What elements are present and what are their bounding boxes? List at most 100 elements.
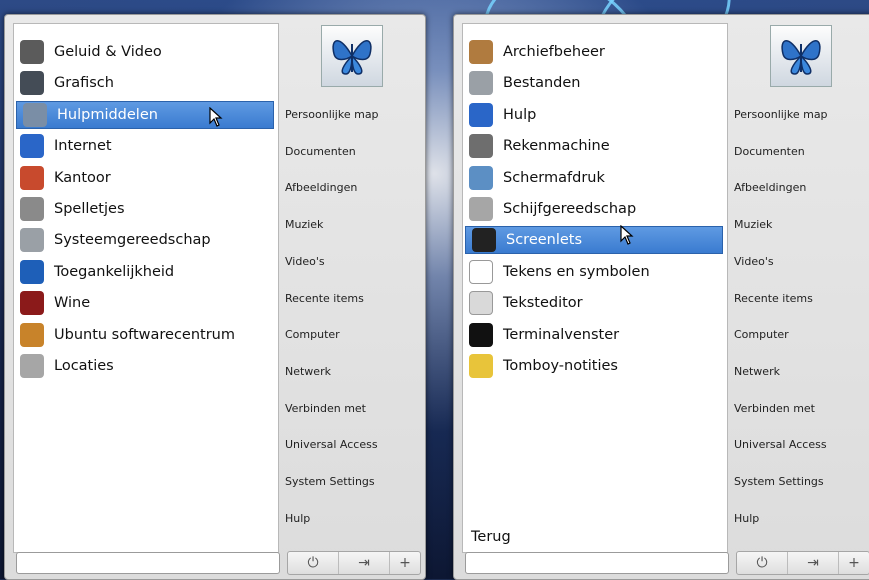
place-link[interactable]: System Settings — [734, 475, 869, 488]
app-item[interactable]: Screenlets — [465, 226, 723, 255]
category-label: Ubuntu softwarecentrum — [54, 326, 235, 343]
category-label: Geluid & Video — [54, 44, 162, 60]
category-label: Wine — [54, 295, 91, 312]
place-link[interactable]: Video's — [734, 255, 869, 268]
place-link[interactable]: Muziek — [734, 218, 869, 231]
app-item[interactable]: Schijfgereedschap — [463, 195, 725, 223]
notes-icon — [469, 354, 493, 378]
place-link[interactable]: Documenten — [285, 145, 421, 158]
terminal-icon — [469, 322, 493, 347]
app-item[interactable]: Bestanden — [463, 69, 725, 97]
app-label: Schermafdruk — [503, 169, 605, 186]
place-link[interactable]: Persoonlijke map — [734, 108, 869, 121]
books-icon — [20, 165, 44, 190]
logout-button[interactable]: ⇥ — [339, 552, 390, 574]
app-item[interactable]: Tomboy-notities — [463, 352, 725, 380]
globe-icon — [20, 134, 44, 159]
calculator-icon — [469, 134, 493, 159]
place-link[interactable]: Universal Access — [734, 438, 869, 451]
apps-menu: Terug Archiefbeheer Bestanden Hulp Rekenmac… — [453, 14, 869, 580]
add-button[interactable]: + — [390, 552, 420, 574]
mouse-cursor-icon — [209, 107, 223, 127]
app-item[interactable]: Schermafdruk — [463, 164, 725, 192]
text-editor-icon — [469, 291, 493, 316]
app-label: Hulp — [503, 106, 537, 123]
category-label: Internet — [54, 138, 112, 155]
place-link[interactable]: Persoonlijke map — [285, 108, 421, 121]
app-item[interactable]: Archiefbeheer — [463, 38, 725, 66]
place-link[interactable]: Universal Access — [285, 438, 421, 451]
category-item[interactable]: Locaties — [14, 352, 276, 380]
category-item[interactable]: Spelletjes — [14, 195, 276, 223]
app-label: Schijfgereedschap — [503, 201, 637, 217]
category-item[interactable]: Kantoor — [14, 164, 276, 192]
camera-icon — [20, 71, 44, 96]
category-item[interactable]: Ubuntu softwarecentrum — [14, 321, 276, 349]
app-label: Terminalvenster — [503, 326, 620, 343]
character-map-icon — [469, 259, 493, 284]
place-link[interactable]: Video's — [285, 255, 421, 268]
software-center-icon — [20, 322, 44, 347]
category-list: Geluid & Video Grafisch Hulpmiddelen Intern… — [13, 23, 279, 553]
place-link[interactable]: Hulp — [285, 512, 421, 525]
power-button[interactable]: ⏻ — [737, 552, 788, 574]
app-item[interactable]: Tekens en symbolen — [463, 258, 725, 286]
place-link[interactable]: Afbeeldingen — [285, 181, 421, 194]
category-label: Systeemgereedschap — [54, 232, 211, 249]
category-item[interactable]: Internet — [14, 132, 276, 160]
search-input[interactable] — [465, 552, 729, 574]
app-item[interactable]: Hulp — [463, 101, 725, 129]
category-label: Toegankelijkheid — [54, 263, 175, 280]
place-link[interactable]: Computer — [285, 328, 421, 341]
user-logo[interactable] — [321, 25, 383, 87]
place-link[interactable]: Recente items — [285, 292, 421, 305]
place-link[interactable]: Recente items — [734, 292, 869, 305]
place-link[interactable]: Verbinden met — [285, 402, 421, 415]
place-link[interactable]: Afbeeldingen — [734, 181, 869, 194]
app-item[interactable]: Terminalvenster — [463, 321, 725, 349]
place-link[interactable]: System Settings — [285, 475, 421, 488]
search-input[interactable] — [16, 552, 280, 574]
user-logo[interactable] — [770, 25, 832, 87]
place-link[interactable]: Muziek — [285, 218, 421, 231]
session-buttons: ⏻ ⇥ + — [736, 551, 869, 575]
back-button[interactable]: Terug — [471, 529, 511, 545]
category-item[interactable]: Geluid & Video — [14, 38, 276, 66]
categories-menu: Geluid & Video Grafisch Hulpmiddelen Intern… — [4, 14, 426, 580]
help-icon — [469, 102, 493, 127]
category-item[interactable]: Hulpmiddelen — [16, 100, 274, 129]
place-link[interactable]: Netwerk — [285, 365, 421, 378]
category-item[interactable]: Wine — [14, 289, 276, 317]
app-list: Terug Archiefbeheer Bestanden Hulp Rekenmac… — [462, 23, 728, 553]
app-label: Tomboy-notities — [503, 358, 618, 374]
disk-utility-icon — [469, 197, 493, 221]
app-item[interactable]: Rekenmachine — [463, 132, 725, 160]
tools-icon — [23, 102, 47, 127]
mouse-cursor-icon — [620, 225, 634, 245]
place-link[interactable]: Documenten — [734, 145, 869, 158]
power-button[interactable]: ⏻ — [288, 552, 339, 574]
app-label: Bestanden — [503, 75, 581, 92]
gamepad-icon — [20, 197, 44, 221]
logout-button[interactable]: ⇥ — [788, 552, 839, 574]
app-label: Tekens en symbolen — [503, 263, 650, 280]
app-label: Teksteditor — [503, 295, 583, 312]
screenshot-icon — [469, 165, 493, 190]
place-link[interactable]: Hulp — [734, 512, 869, 525]
category-item[interactable]: Toegankelijkheid — [14, 258, 276, 286]
headphones-icon — [20, 40, 44, 64]
app-label: Screenlets — [506, 232, 583, 249]
add-button[interactable]: + — [839, 552, 869, 574]
category-item[interactable]: Systeemgereedschap — [14, 226, 276, 254]
category-label: Hulpmiddelen — [57, 106, 158, 123]
app-item[interactable]: Teksteditor — [463, 289, 725, 317]
category-item[interactable]: Grafisch — [14, 69, 276, 97]
app-label: Rekenmachine — [503, 138, 610, 155]
category-label: Grafisch — [54, 75, 114, 92]
place-link[interactable]: Netwerk — [734, 365, 869, 378]
gears-icon — [20, 228, 44, 253]
place-link[interactable]: Computer — [734, 328, 869, 341]
place-link[interactable]: Verbinden met — [734, 402, 869, 415]
category-label: Locaties — [54, 358, 114, 374]
screenlets-icon — [472, 228, 496, 253]
